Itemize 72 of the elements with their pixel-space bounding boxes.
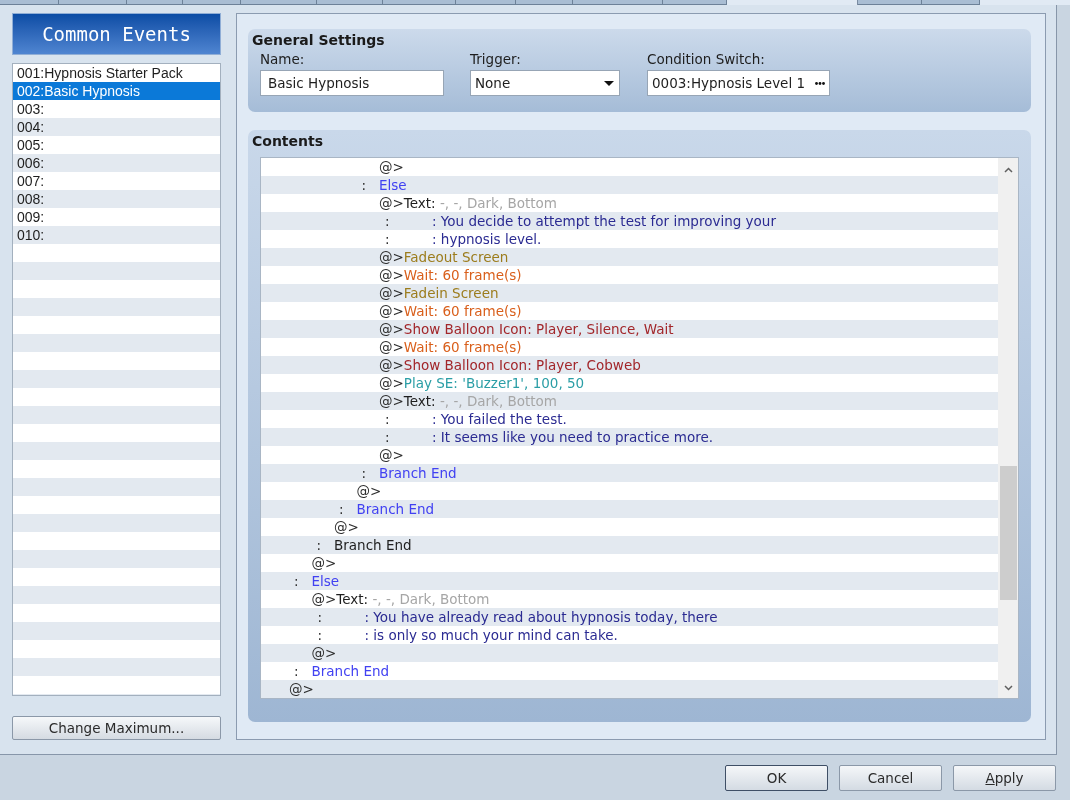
branch-marker: : [339,500,345,518]
trigger-select[interactable]: None [470,70,620,96]
message-text[interactable]: : You have already read about hypnosis today, there [364,608,718,626]
tab[interactable] [317,0,383,5]
change-maximum-button[interactable]: Change Maximum... [12,716,221,740]
branch-label[interactable]: Else [379,176,407,194]
scrollbar-thumb[interactable] [999,466,1017,600]
name-field[interactable]: Basic Hypnosis [260,70,444,96]
dialog-button[interactable]: Apply [953,765,1056,791]
tab[interactable] [0,0,59,5]
line-marker: : [385,410,391,428]
chevron-down-icon[interactable] [1003,685,1013,691]
field-label: Name: [260,51,306,67]
tab[interactable] [127,0,183,5]
branch-marker: : [294,572,300,590]
tab[interactable] [922,0,980,5]
branch-marker: : [316,536,323,554]
line-marker: : [317,626,324,644]
branch-label[interactable]: Branch End [356,500,435,518]
event-command[interactable]: @>Text: -, -, Dark, Bottom [311,590,490,608]
switch-field[interactable]: 0003:Hypnosis Level 1 [647,70,830,96]
branch-label[interactable]: Branch End [334,536,412,554]
event-command[interactable]: @> [379,158,404,176]
branch-marker: : [361,464,368,482]
message-text[interactable]: : You failed the test. [432,410,567,428]
event-command[interactable]: @>Fadeout Screen [379,248,509,266]
message-text[interactable]: : It seems like you need to practice more. [432,428,714,446]
line-marker: : [317,608,324,626]
event-command[interactable]: @>Wait: 60 frame(s) [379,338,522,356]
tab[interactable] [858,0,922,5]
caret-icon [604,80,614,86]
panel-title: Common Events [12,13,221,55]
ellipsis-icon[interactable] [815,81,825,85]
group-title: General Settings [252,32,386,48]
line-marker: : [385,230,391,248]
message-text[interactable]: : hypnosis level. [432,230,542,248]
event-command[interactable]: @> [311,644,337,662]
event-command[interactable]: @>Wait: 60 frame(s) [379,266,522,284]
line-marker: : [385,212,391,230]
chevron-up-icon[interactable] [1003,167,1013,173]
event-command[interactable]: @> [311,554,337,572]
tab[interactable] [516,0,573,5]
dialog-button[interactable]: Cancel [839,765,942,791]
branch-marker: : [294,662,300,680]
tab[interactable] [456,0,516,5]
message-text[interactable]: : is only so much your mind can take. [364,626,618,644]
group-title: Contents [252,133,325,149]
tab[interactable] [59,0,127,5]
dialog-button[interactable]: OK [725,765,828,791]
event-command[interactable]: @>Fadein Screen [379,284,499,302]
branch-label[interactable]: Else [311,572,340,590]
line-marker: : [385,428,391,446]
branch-label[interactable]: Branch End [311,662,390,680]
field-label: Condition Switch: [647,51,766,67]
field-label: Trigger: [470,51,522,67]
list-item[interactable]: 002:Basic Hypnosis [13,82,220,100]
event-command[interactable]: @> [379,446,404,464]
event-command[interactable]: @>Wait: 60 frame(s) [379,302,522,320]
tab[interactable] [241,0,317,5]
event-command[interactable]: @>Text: -, -, Dark, Bottom [379,194,557,212]
tab[interactable] [663,0,727,5]
event-command[interactable]: @> [289,680,314,698]
event-command[interactable]: @> [356,482,382,500]
event-command[interactable]: @>Play SE: 'Buzzer1', 100, 50 [379,374,585,392]
tab[interactable] [573,0,663,5]
branch-label[interactable]: Branch End [379,464,457,482]
scrollbar[interactable] [998,158,1018,698]
tab[interactable] [383,0,456,5]
tab[interactable] [183,0,241,5]
event-command[interactable]: @> [334,518,359,536]
branch-marker: : [361,176,368,194]
message-text[interactable]: : You decide to attempt the test for improving your [432,212,776,230]
